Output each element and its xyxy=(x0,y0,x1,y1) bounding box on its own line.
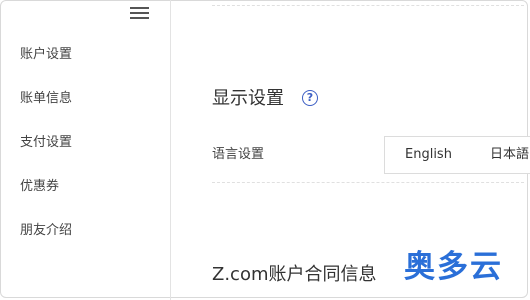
language-settings-label: 语言设置 xyxy=(212,147,265,162)
sidebar-item-payment-settings[interactable]: 支付设置 xyxy=(20,135,72,151)
language-option-japanese[interactable]: 日本語 xyxy=(490,147,529,163)
sidebar-item-coupons[interactable]: 优惠券 xyxy=(20,179,59,195)
sidebar: 账户设置 账单信息 支付设置 优惠券 朋友介绍 xyxy=(0,0,171,300)
watermark-logo: 奥多云 xyxy=(404,249,503,285)
contract-info-title: Z.com账户合同信息 xyxy=(212,264,377,285)
section-divider-top xyxy=(212,5,524,6)
sidebar-item-friend-referral[interactable]: 朋友介绍 xyxy=(20,223,72,239)
display-settings-title: 显示设置 xyxy=(212,88,284,109)
hamburger-menu-icon[interactable] xyxy=(130,6,150,20)
language-selector: English 日本語 xyxy=(384,136,530,174)
language-option-english[interactable]: English xyxy=(405,147,452,163)
question-circle-icon[interactable]: ? xyxy=(302,90,318,106)
sidebar-item-billing-info[interactable]: 账单信息 xyxy=(20,91,72,107)
section-divider xyxy=(212,182,524,183)
sidebar-item-account-settings[interactable]: 账户设置 xyxy=(20,47,72,63)
